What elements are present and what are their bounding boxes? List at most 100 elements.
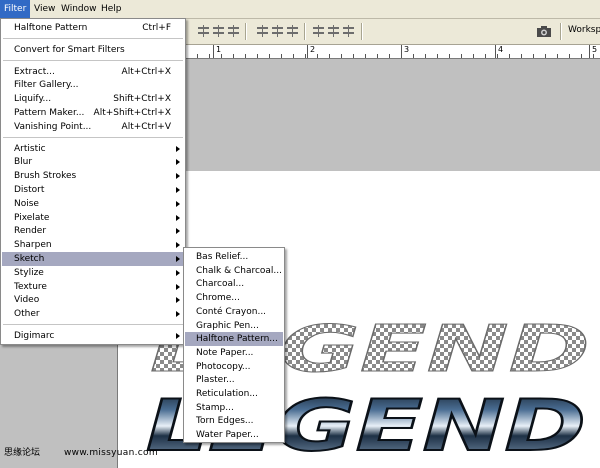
- menu-item-digimarc[interactable]: Digimarc: [2, 329, 184, 343]
- sketch-item-reticulation[interactable]: Reticulation...: [185, 387, 283, 401]
- menu-item-liquify[interactable]: Liquify... Shift+Ctrl+X: [2, 92, 184, 106]
- ruler-tick: [581, 54, 582, 58]
- submenu-arrow-icon: [176, 256, 180, 262]
- menu-item-blur[interactable]: Blur: [2, 155, 184, 169]
- sketch-item-cont-crayon[interactable]: Conté Crayon...: [185, 305, 283, 319]
- sketch-item-plaster[interactable]: Plaster...: [185, 373, 283, 387]
- camera-icon[interactable]: [536, 25, 552, 38]
- sketch-item-note-paper[interactable]: Note Paper...: [185, 346, 283, 360]
- menu-item-label: Brush Strokes: [14, 171, 77, 182]
- menu-item-extract[interactable]: Extract... Alt+Ctrl+X: [2, 65, 184, 79]
- watermark-right: www.missyuan.com: [64, 448, 158, 458]
- menu-item-stylize[interactable]: Stylize: [2, 266, 184, 280]
- menu-item-brush-strokes[interactable]: Brush Strokes: [2, 169, 184, 183]
- menu-item-artistic[interactable]: Artistic: [2, 142, 184, 156]
- menu-item-label: Filter Gallery...: [14, 80, 79, 91]
- menu-item-label: Torn Edges...: [196, 416, 254, 427]
- distribute-middle-icon[interactable]: [271, 25, 284, 37]
- sketch-item-stamp[interactable]: Stamp...: [185, 401, 283, 415]
- menu-item-render[interactable]: Render: [2, 224, 184, 238]
- menu-item-vanishing-point[interactable]: Vanishing Point... Alt+Ctrl+V: [2, 120, 184, 134]
- menu-item-distort[interactable]: Distort: [2, 183, 184, 197]
- ruler-tick: [377, 54, 378, 58]
- menu-item-video[interactable]: Video: [2, 293, 184, 307]
- menu-filter[interactable]: Filter: [0, 0, 31, 18]
- ruler-tick: [449, 54, 450, 58]
- distribute-top-icon[interactable]: [256, 25, 269, 37]
- ruler-tick: [209, 54, 210, 58]
- workspace-menu[interactable]: Workspa: [568, 25, 600, 35]
- menu-separator: [3, 324, 183, 325]
- ruler-tick: [413, 54, 414, 58]
- menu-item-label: Water Paper...: [196, 430, 259, 441]
- align-right-icon[interactable]: [227, 25, 240, 37]
- submenu-arrow-icon: [176, 333, 180, 339]
- sketch-item-bas-relief[interactable]: Bas Relief...: [185, 250, 283, 264]
- menu-item-sharpen[interactable]: Sharpen: [2, 238, 184, 252]
- ruler-tick: [269, 54, 270, 58]
- distribute-hcenter-icon[interactable]: [327, 25, 340, 37]
- sketch-item-chalk-charcoal[interactable]: Chalk & Charcoal...: [185, 264, 283, 278]
- menu-item-label: Charcoal...: [196, 279, 245, 290]
- distribute-right-icon[interactable]: [342, 25, 355, 37]
- menu-item-last-filter[interactable]: Halftone Pattern Ctrl+F: [2, 21, 184, 35]
- distribute-bottom-icon[interactable]: [286, 25, 299, 37]
- align-center-icon[interactable]: [212, 25, 225, 37]
- ruler-major-tick: [495, 45, 496, 58]
- menu-item-texture[interactable]: Texture: [2, 280, 184, 294]
- ruler-tick: [305, 54, 306, 58]
- submenu-arrow-icon: [176, 297, 180, 304]
- ruler-tick: [557, 54, 558, 58]
- toolbar-separator: [304, 23, 306, 40]
- ruler-label: 3: [404, 45, 410, 54]
- sketch-item-graphic-pen[interactable]: Graphic Pen...: [185, 319, 283, 333]
- sketch-item-water-paper[interactable]: Water Paper...: [185, 428, 283, 442]
- ruler-tick: [317, 54, 318, 58]
- submenu-arrow-icon: [176, 242, 180, 249]
- ruler-label: 1: [216, 45, 222, 54]
- ruler-tick: [293, 54, 294, 58]
- ruler-major-tick: [589, 45, 590, 58]
- menu-item-label: Pattern Maker...: [14, 108, 85, 118]
- sketch-item-photocopy[interactable]: Photocopy...: [185, 360, 283, 374]
- distribute-left-icon[interactable]: [312, 25, 325, 37]
- ruler-tick: [533, 54, 534, 58]
- sketch-item-halftone-pattern[interactable]: Halftone Pattern...: [185, 332, 283, 347]
- watermark-left: 思缘论坛: [4, 448, 41, 458]
- ruler-major-tick: [401, 45, 402, 58]
- align-left-icon[interactable]: [197, 25, 210, 37]
- menu-item-sketch[interactable]: Sketch: [2, 252, 184, 266]
- ruler-tick: [485, 54, 486, 58]
- menu-item-convert-smart-filters[interactable]: Convert for Smart Filters: [2, 43, 184, 57]
- submenu-arrow-icon: [176, 200, 180, 207]
- submenu-arrow-icon: [176, 145, 180, 152]
- menu-item-shortcut: Alt+Ctrl+V: [121, 121, 171, 132]
- menu-view[interactable]: View: [30, 0, 59, 18]
- menu-item-pixelate[interactable]: Pixelate: [2, 211, 184, 225]
- ruler-tick: [521, 54, 522, 58]
- ruler-major-tick: [307, 45, 308, 58]
- ruler-label: 5: [592, 45, 598, 54]
- menu-item-other[interactable]: Other: [2, 307, 184, 321]
- sketch-item-chrome[interactable]: Chrome...: [185, 291, 283, 305]
- menu-item-label: Render: [14, 226, 47, 237]
- menu-item-label: Distort: [14, 185, 45, 195]
- menu-item-label: Chalk & Charcoal...: [196, 265, 283, 276]
- menu-separator: [3, 59, 183, 61]
- menu-window[interactable]: Window: [57, 0, 101, 18]
- menu-item-noise[interactable]: Noise: [2, 197, 184, 211]
- ruler-tick: [437, 54, 438, 58]
- sketch-item-charcoal[interactable]: Charcoal...: [185, 277, 283, 291]
- ruler-tick: [197, 54, 198, 58]
- menu-item-label: Noise: [14, 198, 39, 209]
- sketch-item-torn-edges[interactable]: Torn Edges...: [185, 414, 283, 428]
- menu-item-label: Conté Crayon...: [196, 306, 267, 317]
- menu-item-filter-gallery[interactable]: Filter Gallery...: [2, 78, 184, 92]
- menu-help[interactable]: Help: [97, 0, 126, 18]
- menu-item-shortcut: Alt+Ctrl+X: [121, 66, 171, 77]
- ruler-tick: [389, 54, 390, 58]
- ruler-tick: [353, 54, 354, 58]
- ruler-label: 4: [498, 45, 504, 54]
- menu-item-pattern-maker[interactable]: Pattern Maker... Alt+Shift+Ctrl+X: [2, 106, 184, 120]
- menu-item-label: Sketch: [14, 254, 45, 264]
